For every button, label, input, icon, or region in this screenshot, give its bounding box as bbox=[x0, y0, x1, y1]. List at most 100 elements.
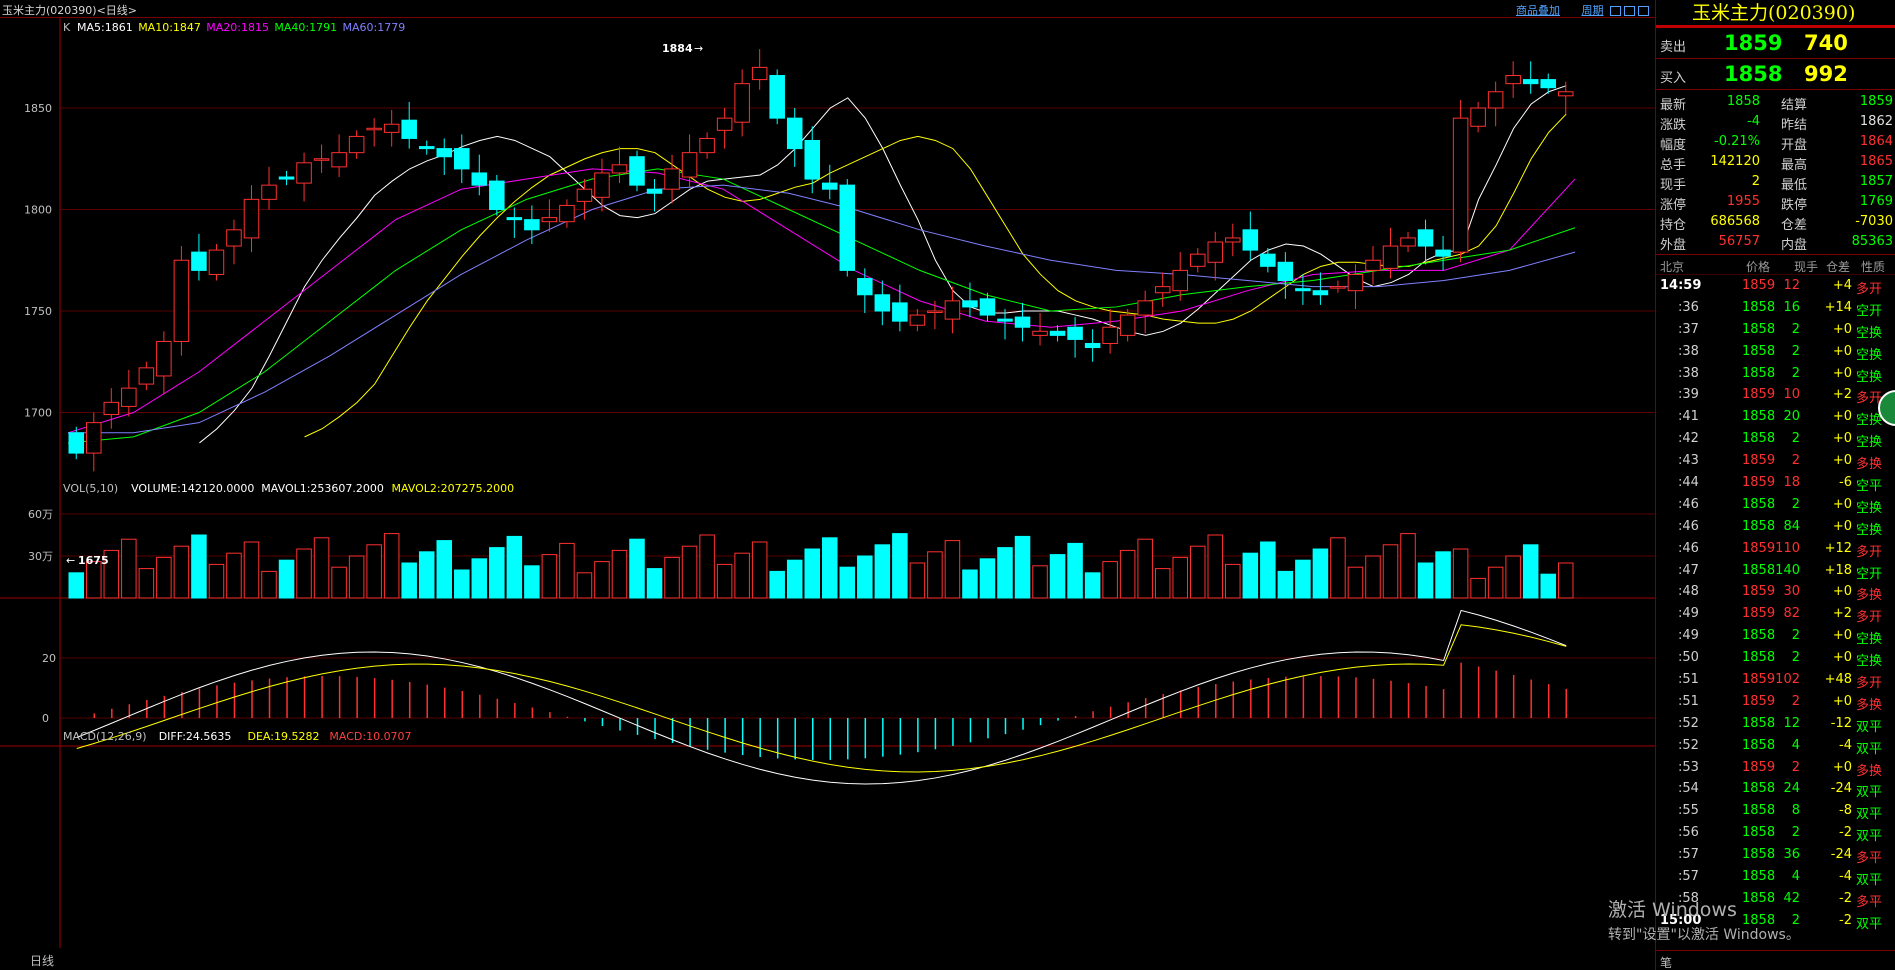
candle-body bbox=[1557, 91, 1574, 97]
overlay-commodity-link[interactable]: 商品叠加 bbox=[1516, 4, 1560, 17]
candle-body bbox=[436, 148, 453, 158]
volume-bar bbox=[506, 535, 523, 599]
tick-volume: 110 bbox=[1775, 540, 1800, 556]
tick-list[interactable]: 14:59 1859 12 +4 多开:36 1858 16 +14 空开:37… bbox=[1656, 275, 1895, 932]
tick-oi: +12 bbox=[1824, 540, 1852, 556]
title-bar: 玉米主力(020390)<日线> 商品叠加 周期 bbox=[0, 0, 1655, 18]
tick-row: :57 1858 36 -24 多平 bbox=[1656, 844, 1895, 866]
volume-bar bbox=[822, 537, 838, 599]
candle-body bbox=[629, 156, 645, 186]
stat-label: 涨跌 bbox=[1660, 118, 1687, 133]
chart-area[interactable]: 1850 1800 1750 1700 60万 30万 20 0 K MA5:1861 MA10:… bbox=[0, 18, 1655, 966]
tick-row: :49 1859 82 +2 多开 bbox=[1656, 603, 1895, 625]
volume-bar bbox=[226, 552, 242, 599]
indicator-label: MA5:1861 bbox=[77, 21, 133, 34]
stat-value: -7030 bbox=[1855, 214, 1893, 229]
volume-bar bbox=[173, 545, 190, 599]
stat-value: -4 bbox=[1747, 114, 1760, 129]
indicator-label: VOL(5,10) bbox=[63, 482, 118, 495]
candle-body bbox=[1295, 288, 1311, 292]
stat-value: 2 bbox=[1751, 174, 1760, 189]
tick-oi: -8 bbox=[1839, 803, 1852, 819]
volume-bar bbox=[1417, 562, 1434, 599]
period-link[interactable]: 周期 bbox=[1582, 4, 1604, 17]
high-marker: 1884 bbox=[662, 42, 693, 55]
tick-nature: 空换 bbox=[1856, 369, 1883, 385]
tick-volume: 84 bbox=[1783, 518, 1800, 534]
k-label: K bbox=[63, 21, 71, 34]
candle-body bbox=[1312, 290, 1329, 296]
volume-bar bbox=[874, 544, 891, 599]
tick-volume: 24 bbox=[1783, 781, 1800, 797]
tick-price: 1858 bbox=[1742, 321, 1776, 337]
candle-body bbox=[576, 188, 593, 202]
window-icon[interactable] bbox=[1624, 6, 1635, 16]
tick-row: :51 1859 2 +0 多换 bbox=[1656, 691, 1895, 713]
volume-bar bbox=[524, 565, 540, 599]
tick-volume: 30 bbox=[1783, 584, 1800, 600]
tick-nature: 空换 bbox=[1856, 522, 1883, 538]
instrument-title: 玉米主力(020390) bbox=[1656, 0, 1895, 28]
tick-oi: -6 bbox=[1839, 475, 1852, 491]
tick-volume: 2 bbox=[1791, 693, 1800, 709]
y-tick-label: 1850 bbox=[24, 102, 52, 115]
tick-volume: 2 bbox=[1791, 321, 1800, 337]
candle-body bbox=[1435, 249, 1451, 257]
col-nature: 性质 bbox=[1861, 260, 1886, 274]
tick-row: :52 1858 12 -12 双平 bbox=[1656, 713, 1895, 735]
tick-time: :38 bbox=[1678, 343, 1699, 359]
tick-row: :57 1858 4 -4 双平 bbox=[1656, 866, 1895, 888]
candle-body bbox=[226, 229, 242, 247]
indicator-label: MACD:10.0707 bbox=[329, 730, 411, 743]
tick-oi: +0 bbox=[1832, 321, 1852, 337]
tick-nature: 空开 bbox=[1856, 303, 1883, 319]
candle-body bbox=[892, 302, 908, 322]
volume-bar bbox=[471, 558, 488, 599]
ask-row: 卖出 1859 740 bbox=[1656, 28, 1895, 59]
candle-body bbox=[173, 259, 190, 342]
y-tick-label: 1800 bbox=[24, 204, 52, 217]
tick-price: 1858 bbox=[1742, 409, 1776, 425]
candle-body bbox=[804, 139, 821, 180]
candle-body bbox=[1014, 316, 1031, 328]
tick-nature: 多开 bbox=[1856, 676, 1883, 692]
kline-chart[interactable]: 1850 1800 1750 1700 60万 30万 20 0 K MA5:1861 MA10:… bbox=[0, 18, 1655, 966]
tick-price: 1858 bbox=[1742, 781, 1776, 797]
tick-time: :56 bbox=[1678, 825, 1699, 841]
restore-icon[interactable] bbox=[1610, 6, 1621, 16]
tick-nature: 多换 bbox=[1856, 697, 1883, 713]
volume-bar bbox=[1505, 555, 1521, 599]
candle-body bbox=[979, 298, 996, 316]
volume-bar bbox=[559, 542, 575, 599]
tick-time: :57 bbox=[1678, 847, 1699, 863]
ma-line-ma20 bbox=[67, 168, 1576, 434]
tick-oi: +0 bbox=[1832, 409, 1852, 425]
close-icon[interactable] bbox=[1638, 6, 1649, 16]
indicator-label: MA20:1815 bbox=[206, 21, 269, 34]
candle-body bbox=[1452, 117, 1469, 253]
volume-bar bbox=[1032, 565, 1048, 599]
y-tick-labels: 1850 1800 1750 1700 60万 30万 20 0 bbox=[24, 102, 56, 725]
volume-bar bbox=[156, 556, 172, 599]
volume-bar bbox=[313, 537, 330, 599]
stat-label: 昨结 bbox=[1781, 118, 1808, 133]
stat-row: 最新 1858 结算 1859 bbox=[1656, 92, 1895, 113]
tab-ticks[interactable]: 笔 bbox=[1660, 954, 1672, 970]
tick-price: 1858 bbox=[1742, 365, 1776, 381]
ask-price: 1859 bbox=[1724, 31, 1783, 55]
tick-oi: -4 bbox=[1839, 869, 1852, 885]
tick-nature: 空换 bbox=[1856, 632, 1883, 648]
volume-bars bbox=[68, 533, 1574, 599]
stat-row: 现手 2 最低 1857 bbox=[1656, 172, 1895, 193]
stat-row: 持仓 686568 仓差 -7030 bbox=[1656, 212, 1895, 233]
tick-nature: 双平 bbox=[1856, 741, 1883, 757]
volume-bar bbox=[1522, 544, 1539, 599]
tick-nature: 多换 bbox=[1856, 457, 1883, 473]
tick-price: 1859 bbox=[1742, 672, 1776, 688]
tick-oi: -4 bbox=[1839, 737, 1852, 753]
tick-nature: 双平 bbox=[1856, 719, 1883, 735]
candle-body bbox=[1067, 326, 1083, 340]
tick-oi: -2 bbox=[1839, 890, 1852, 906]
tick-time: :49 bbox=[1678, 606, 1699, 622]
tick-time: :46 bbox=[1678, 518, 1699, 534]
